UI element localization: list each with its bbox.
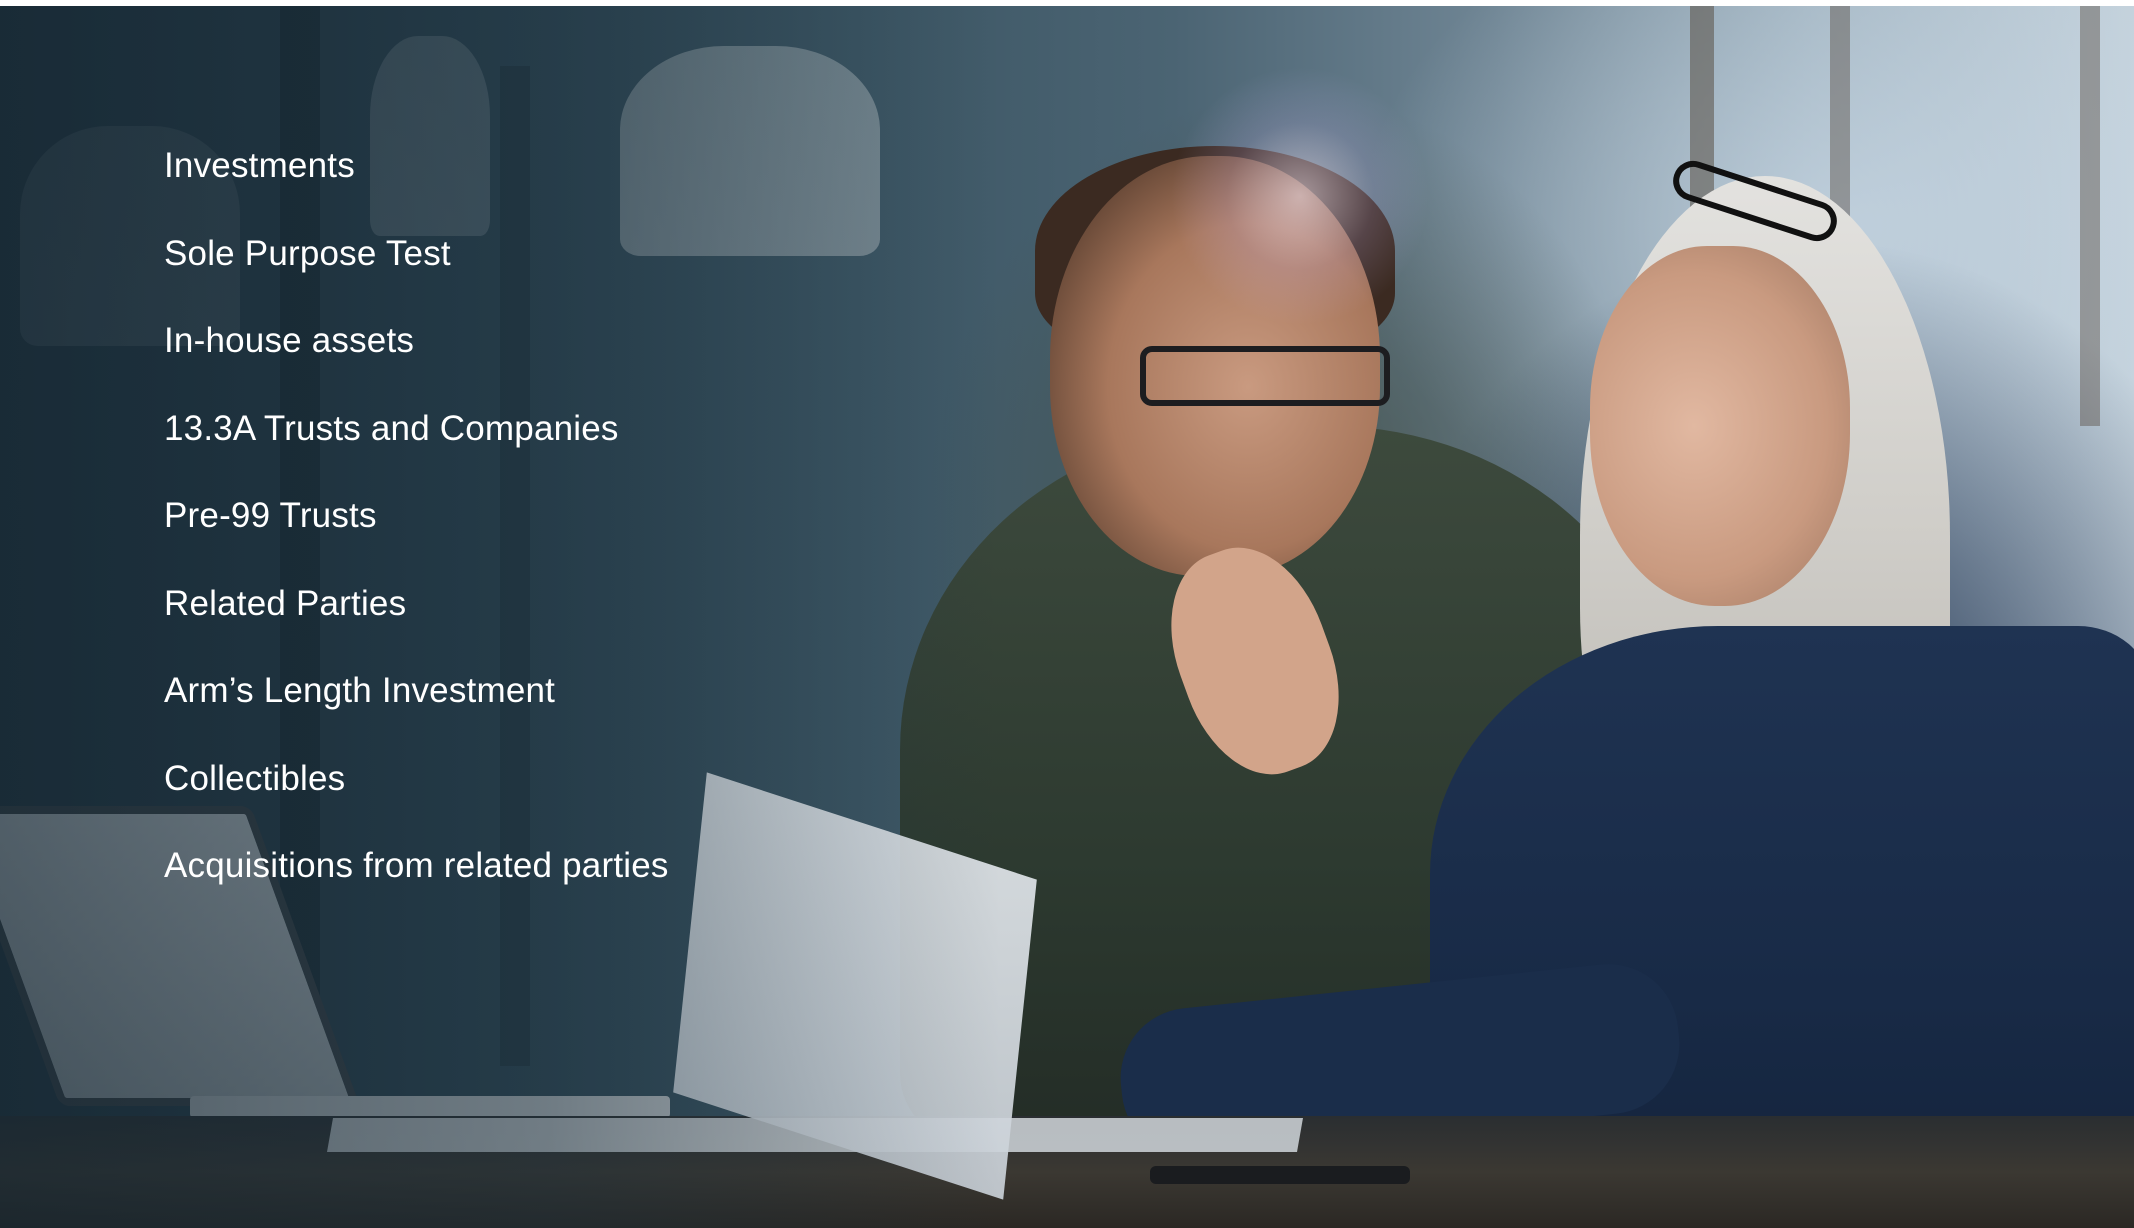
- woman-face: [1590, 246, 1850, 606]
- topic-related-parties: Related Parties: [164, 583, 407, 623]
- lens-flare: [1170, 66, 1430, 326]
- window-frame: [2080, 6, 2100, 426]
- topic-acquisitions: Acquisitions from related parties: [164, 846, 669, 885]
- topic-in-house-assets: In-house assets: [164, 321, 415, 360]
- topic-list: Investments Sole Purpose Test In-house a…: [164, 146, 669, 934]
- topic-investments: Investments: [164, 146, 355, 185]
- man-glasses: [1140, 346, 1390, 406]
- topic-collectibles: Collectibles: [164, 758, 346, 798]
- slide-canvas: Investments Sole Purpose Test In-house a…: [0, 6, 2134, 1228]
- topic-sole-purpose-test: Sole Purpose Test: [164, 233, 451, 273]
- topic-13-3a-trusts: 13.3A Trusts and Companies: [164, 408, 619, 448]
- topic-pre-99-trusts: Pre-99 Trusts: [164, 496, 377, 535]
- topic-arms-length-investment: Arm’s Length Investment: [164, 671, 556, 710]
- phone: [1150, 1166, 1410, 1184]
